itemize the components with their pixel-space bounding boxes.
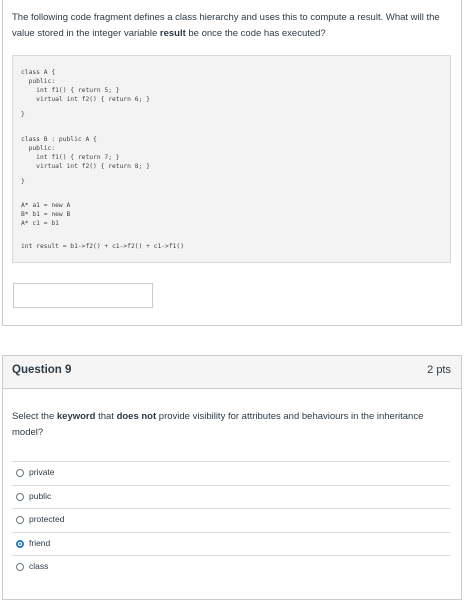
code-line: int result = b1->f2() + c1->f2() + c1->f… (21, 243, 185, 250)
prompt-emphasis: result (159, 28, 186, 39)
option-protected[interactable]: protected (12, 508, 450, 532)
code-line: } (21, 111, 25, 118)
answer-input[interactable] (13, 283, 153, 308)
option-label: class (29, 561, 49, 572)
code-line: class A { (21, 69, 56, 76)
question-9-prompt: Select the keyword that does not provide… (12, 409, 452, 441)
question-8-prompt: The following code fragment defines a cl… (12, 10, 452, 42)
radio-button[interactable] (16, 469, 24, 477)
option-label: private (29, 467, 55, 477)
code-line: class B : public A { (21, 136, 97, 143)
option-label: friend (29, 537, 51, 548)
code-line: B* b1 = new B (21, 211, 71, 218)
option-class[interactable]: class (12, 555, 450, 579)
radio-button[interactable] (16, 516, 24, 525)
question-header: Question 9 2 pts (3, 356, 461, 389)
code-block: class A { public: int f1() { return 5; }… (12, 55, 451, 263)
code-line: A* c1 = b1 (21, 220, 59, 227)
prompt-emphasis: keyword (56, 411, 96, 422)
option-label: protected (29, 514, 65, 525)
option-public[interactable]: public (12, 484, 450, 509)
code-line: public: (21, 78, 56, 85)
code-line: public: (21, 145, 56, 152)
question-8-card: The following code fragment defines a cl… (2, 0, 462, 326)
code-line: virtual int f2() { return 6; } (21, 96, 150, 103)
question-points: 2 pts (427, 364, 451, 376)
option-friend[interactable]: friend (12, 531, 450, 556)
prompt-text: be once the code has executed? (185, 28, 326, 39)
prompt-emphasis: does not (116, 411, 157, 422)
option-label: public (29, 490, 52, 501)
code-line: } (21, 178, 25, 185)
radio-button[interactable] (16, 563, 24, 572)
option-private[interactable]: private (12, 461, 450, 485)
prompt-text: Select the (12, 411, 57, 422)
answer-options: private public protected friend class (12, 461, 450, 579)
code-line: A* a1 = new A (21, 202, 71, 209)
question-9-card: Question 9 2 pts Select the keyword that… (2, 355, 462, 600)
code-line: int f1() { return 5; } (21, 87, 120, 94)
radio-button-selected[interactable] (16, 539, 24, 548)
code-line: virtual int f2() { return 8; } (21, 163, 150, 170)
prompt-text: that (95, 411, 117, 422)
question-title: Question 9 (12, 364, 72, 376)
radio-button[interactable] (16, 492, 24, 501)
code-line: int f1() { return 7; } (21, 154, 120, 161)
